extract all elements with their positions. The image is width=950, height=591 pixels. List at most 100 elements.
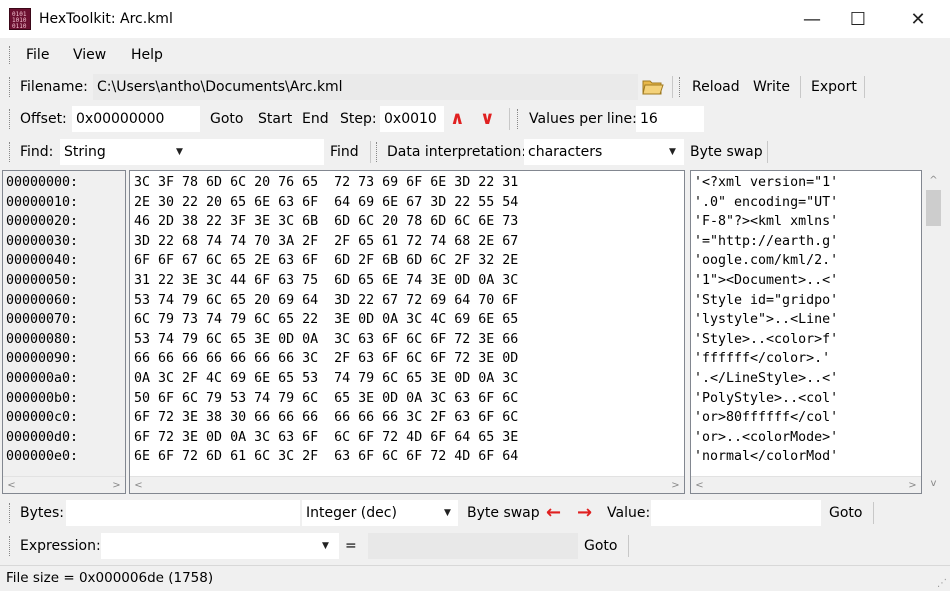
bytes-label: Bytes:	[20, 505, 65, 521]
char-row: 'lystyle">..<Line'	[694, 312, 839, 328]
toolbar-grip	[9, 77, 11, 97]
title-bar: 0101 1010 0110 HexToolkit: Arc.kml — ☐ ✕	[0, 0, 950, 38]
char-row: '<?xml version="1'	[694, 175, 839, 190]
offset-hscrollbar[interactable]: < >	[3, 476, 125, 493]
offset-row: 000000a0:	[6, 370, 79, 386]
hex-row: 6F 72 3E 38 30 66 66 66 66 66 66 3C 2F 6…	[134, 410, 519, 426]
offset-row: 00000000:	[6, 175, 79, 190]
find-mode-select[interactable]: String	[60, 139, 192, 165]
hex-row: 50 6F 6C 79 53 74 79 6C 65 3E 0D 0A 3C 6…	[134, 390, 519, 406]
toolbar-grip	[9, 109, 11, 129]
expression-input[interactable]	[101, 533, 339, 559]
close-button[interactable]: ✕	[895, 0, 941, 38]
resize-grip-icon[interactable]: ⋰	[937, 578, 947, 589]
hex-row: 53 74 79 6C 65 20 69 64 3D 22 67 72 69 6…	[134, 292, 519, 308]
scroll-left-icon[interactable]: <	[130, 477, 147, 493]
hex-row: 6E 6F 72 6D 61 6C 3C 2F 63 6F 6C 6F 72 4…	[134, 449, 519, 465]
char-row: 'PolyStyle>..<col'	[694, 390, 839, 406]
goto-value-button[interactable]: Goto	[825, 500, 866, 526]
menu-help[interactable]: Help	[131, 45, 163, 65]
value-label: Value:	[607, 505, 651, 521]
bytes-byte-swap-button[interactable]: Byte swap	[463, 500, 544, 526]
filename-field[interactable]: C:\Users\antho\Documents\Arc.kml	[93, 74, 638, 100]
start-button[interactable]: Start	[254, 106, 296, 132]
hex-row: 0A 3C 2F 4C 69 6E 65 53 74 79 6C 65 3E 0…	[134, 370, 519, 386]
hex-row: 53 74 79 6C 65 3E 0D 0A 3C 63 6F 6C 6F 7…	[134, 331, 519, 347]
menu-view[interactable]: View	[73, 45, 106, 65]
scroll-down-icon[interactable]: v	[925, 475, 942, 492]
offset-row: 00000070:	[6, 312, 79, 328]
arrow-left-icon[interactable]: ←	[546, 500, 561, 526]
goto-offset-button[interactable]: Goto	[206, 106, 247, 132]
goto-expression-button[interactable]: Goto	[580, 533, 621, 559]
write-button[interactable]: Write	[749, 74, 794, 100]
navigation-toolbar: Offset: 0x00000000 Goto Start End Step: …	[0, 104, 950, 134]
hex-row: 6C 79 73 74 79 6C 65 22 3E 0D 0A 3C 4C 6…	[134, 312, 519, 328]
scroll-right-icon[interactable]: >	[108, 477, 125, 493]
toolbar-grip	[9, 142, 11, 162]
find-toolbar: Find: String ▼ Find Data interpretation:…	[0, 137, 950, 167]
find-button[interactable]: Find	[326, 139, 363, 165]
status-text: File size = 0x000006de (1758)	[6, 570, 214, 586]
char-row: 'or>80ffffff</col'	[694, 410, 839, 426]
step-down-icon[interactable]: ∨	[480, 106, 495, 132]
byte-swap-button[interactable]: Byte swap	[686, 139, 767, 165]
hex-row: 2E 30 22 20 65 6E 63 6F 64 69 6E 67 3D 2…	[134, 194, 519, 210]
char-row: 'ffffff</color>.'	[694, 351, 831, 367]
scroll-left-icon[interactable]: <	[3, 477, 20, 493]
value-input[interactable]	[651, 500, 821, 526]
window-title: HexToolkit: Arc.kml	[39, 11, 173, 27]
data-interpretation-value: characters	[528, 144, 603, 160]
hex-view[interactable]: 3C 3F 78 6D 6C 20 76 65 72 73 69 6F 6E 3…	[129, 170, 685, 494]
character-view[interactable]: '<?xml version="1' '.0" encoding="UT' 'F-8…	[690, 170, 922, 494]
values-per-line-input[interactable]: 16	[636, 106, 704, 132]
scroll-right-icon[interactable]: >	[667, 477, 684, 493]
bytes-input[interactable]	[66, 500, 300, 526]
step-input[interactable]: 0x0010	[380, 106, 444, 132]
arrow-right-icon[interactable]: →	[577, 500, 592, 526]
scroll-up-icon[interactable]: ^	[925, 172, 942, 189]
export-button[interactable]: Export	[807, 74, 861, 100]
step-up-icon[interactable]: ∧	[450, 106, 465, 132]
data-interpretation-select[interactable]: characters	[524, 139, 684, 165]
find-mode-value: String	[64, 144, 106, 160]
offset-label: Offset:	[20, 111, 67, 127]
equals-sign: =	[345, 538, 357, 554]
toolbar-grip	[517, 109, 519, 129]
scroll-right-icon[interactable]: >	[904, 477, 921, 493]
char-hscrollbar[interactable]: < >	[691, 476, 921, 493]
end-button[interactable]: End	[298, 106, 333, 132]
reload-button[interactable]: Reload	[688, 74, 744, 100]
offset-row: 00000040:	[6, 253, 79, 269]
filename-label: Filename:	[20, 79, 88, 95]
open-folder-icon[interactable]	[642, 76, 664, 96]
char-row: '1"><Document>..<'	[694, 272, 839, 288]
char-row: '="http://earth.g'	[694, 233, 839, 249]
hex-row: 6F 6F 67 6C 65 2E 63 6F 6D 2F 6B 6D 6C 2…	[134, 253, 519, 269]
bytes-toolbar: Bytes: Integer (dec) ▼ Byte swap ← → Val…	[0, 498, 950, 528]
minimize-button[interactable]: —	[789, 0, 835, 38]
expression-toolbar: Expression: ▼ = Goto	[0, 531, 950, 561]
menu-file[interactable]: File	[26, 45, 49, 65]
hex-row: 3C 3F 78 6D 6C 20 76 65 72 73 69 6F 6E 3…	[134, 175, 519, 190]
hex-row: 66 66 66 66 66 66 66 3C 2F 63 6F 6C 6F 7…	[134, 351, 519, 367]
value-type-select[interactable]: Integer (dec)	[302, 500, 458, 526]
chevron-down-icon: ▼	[444, 508, 451, 518]
scroll-left-icon[interactable]: <	[691, 477, 708, 493]
scrollbar-thumb[interactable]	[926, 190, 941, 226]
offset-row: 00000090:	[6, 351, 79, 367]
hex-rows: 3C 3F 78 6D 6C 20 76 65 72 73 69 6F 6E 3…	[134, 173, 518, 467]
offset-row: 00000030:	[6, 233, 79, 249]
hex-hscrollbar[interactable]: < >	[130, 476, 684, 493]
toolbar-grip	[9, 536, 11, 556]
maximize-button[interactable]: ☐	[835, 0, 881, 38]
offset-row: 00000010:	[6, 194, 79, 210]
vertical-scrollbar[interactable]: ^ v	[925, 170, 942, 494]
chevron-down-icon: ▼	[669, 147, 676, 157]
offset-column: 00000000: 00000010: 00000020: 00000030: 0000…	[2, 170, 126, 494]
find-input[interactable]	[192, 139, 324, 165]
offset-input[interactable]: 0x00000000	[72, 106, 200, 132]
offset-row: 000000c0:	[6, 410, 79, 426]
chevron-down-icon[interactable]: ▼	[322, 541, 329, 551]
offset-row: 00000080:	[6, 331, 79, 347]
